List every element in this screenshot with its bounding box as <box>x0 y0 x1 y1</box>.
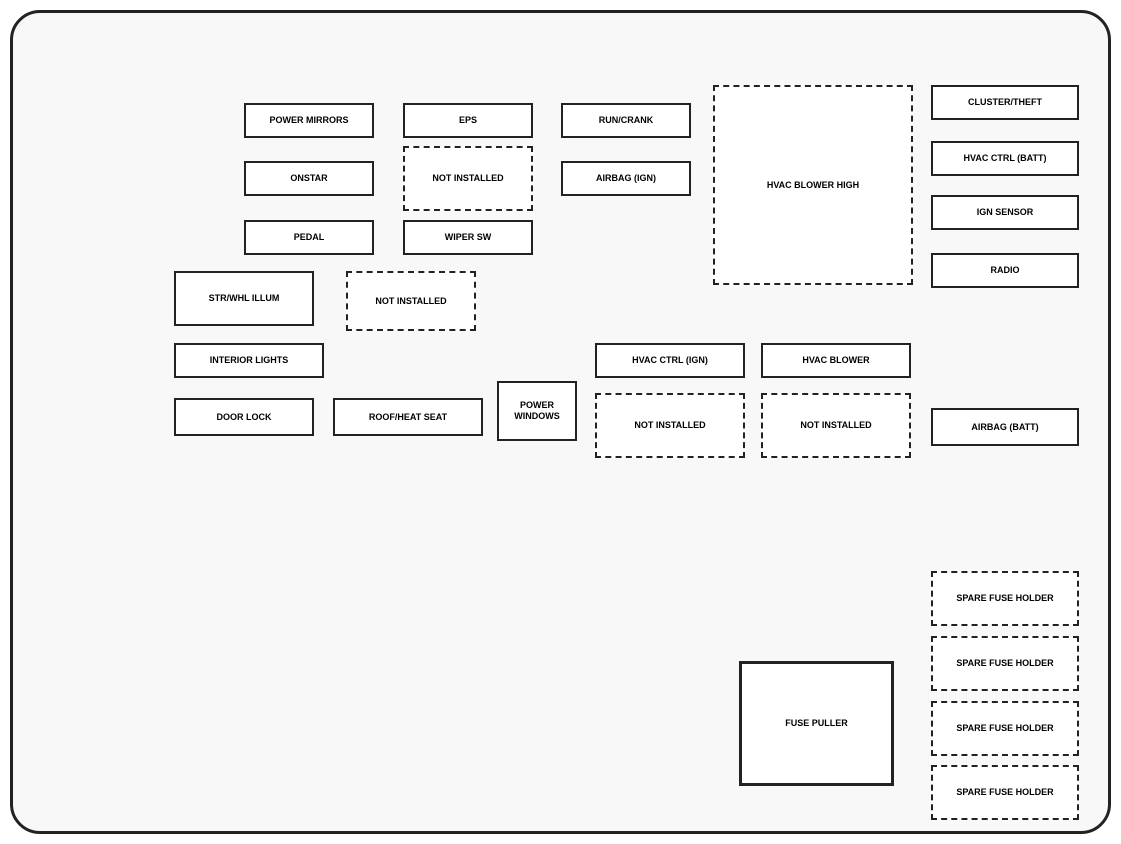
roof-heat-seat: ROOF/HEAT SEAT <box>333 398 483 436</box>
eps: EPS <box>403 103 533 138</box>
ign-sensor: IGN SENSOR <box>931 195 1079 230</box>
hvac-ctrl-ign: HVAC CTRL (IGN) <box>595 343 745 378</box>
airbag-ign: AIRBAG (IGN) <box>561 161 691 196</box>
spare-fuse-3: SPARE FUSE HOLDER <box>931 701 1079 756</box>
not-installed-1: NOT INSTALLED <box>403 146 533 211</box>
power-mirrors: POWER MIRRORS <box>244 103 374 138</box>
not-installed-3: NOT INSTALLED <box>595 393 745 458</box>
fuse-puller: FUSE PULLER <box>739 661 894 786</box>
door-lock: DOOR LOCK <box>174 398 314 436</box>
wiper-sw: WIPER SW <box>403 220 533 255</box>
power-windows: POWER WINDOWS <box>497 381 577 441</box>
hvac-blower-high: HVAC BLOWER HIGH <box>713 85 913 285</box>
cluster-theft: CLUSTER/THEFT <box>931 85 1079 120</box>
fuse-box-diagram: POWER MIRRORS EPS RUN/CRANK HVAC BLOWER HIG… <box>10 10 1111 834</box>
not-installed-4: NOT INSTALLED <box>761 393 911 458</box>
radio: RADIO <box>931 253 1079 288</box>
not-installed-2: NOT INSTALLED <box>346 271 476 331</box>
interior-lights: INTERIOR LIGHTS <box>174 343 324 378</box>
onstar: ONSTAR <box>244 161 374 196</box>
hvac-blower: HVAC BLOWER <box>761 343 911 378</box>
airbag-batt: AIRBAG (BATT) <box>931 408 1079 446</box>
spare-fuse-1: SPARE FUSE HOLDER <box>931 571 1079 626</box>
spare-fuse-4: SPARE FUSE HOLDER <box>931 765 1079 820</box>
run-crank: RUN/CRANK <box>561 103 691 138</box>
pedal: PEDAL <box>244 220 374 255</box>
hvac-ctrl-batt: HVAC CTRL (BATT) <box>931 141 1079 176</box>
str-whl-illum: STR/WHL ILLUM <box>174 271 314 326</box>
spare-fuse-2: SPARE FUSE HOLDER <box>931 636 1079 691</box>
